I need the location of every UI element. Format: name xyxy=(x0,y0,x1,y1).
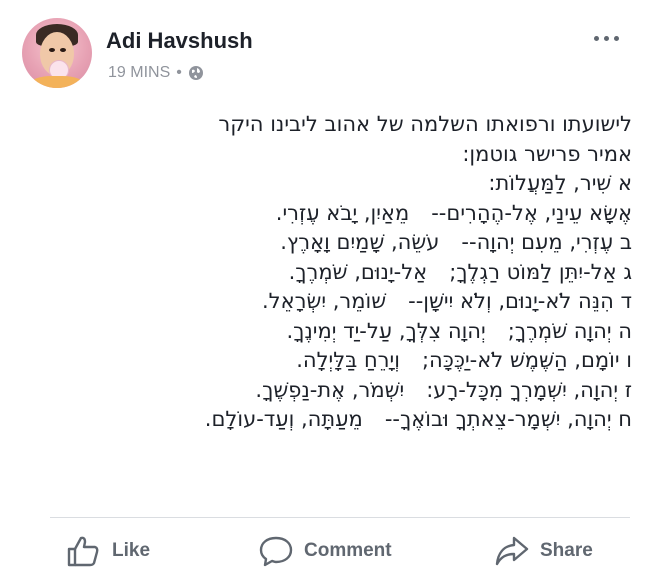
verse-line: ב עֶזְרִי, מֵעִם יְהוָה-- עֹשֵׂה, שָׁמַיִ… xyxy=(40,228,632,258)
meta-separator: • xyxy=(176,64,182,81)
more-dot xyxy=(594,36,599,41)
verse-line: ג אַל-יִתֵּן לַמּוֹט רַגְלֶךָ; אַל-יָנוּם… xyxy=(40,258,632,288)
more-dot xyxy=(604,36,609,41)
avatar-eye xyxy=(60,48,66,52)
comment-label: Comment xyxy=(304,540,392,561)
verse-part: ז יְהוָה, יִשְׁמָרְךָ מִכָּל-רָע: xyxy=(426,377,632,402)
verse-line: ח יְהוָה, יִשְׁמָר-צֵאתְךָ וּבוֹאֶךָ-- מֵ… xyxy=(40,405,632,435)
post-actions-bar: Like Comment Share xyxy=(0,524,650,577)
comment-icon xyxy=(259,536,293,567)
verse-line: ו יוֹמָם, הַשֶּׁמֶשׁ לֹא-יַכֶּכָּה; וְיָר… xyxy=(40,346,632,376)
more-options-icon[interactable] xyxy=(592,32,622,46)
verse-line: ד הִנֵּה לֹא-יָנוּם, וְלֹא יִישָׁן-- שׁוֹ… xyxy=(40,287,632,317)
post-line: אמיר פרישר גוטמן: xyxy=(462,141,632,166)
share-icon xyxy=(495,536,529,566)
like-button[interactable]: Like xyxy=(66,534,150,568)
verse-part: ג אַל-יִתֵּן לַמּוֹט רַגְלֶךָ; xyxy=(449,259,632,284)
share-label: Share xyxy=(540,540,593,561)
verse-line: ה יְהוָה שֹׁמְרֶךָ; יְהוָה צִלְּךָ, עַל-י… xyxy=(40,317,632,347)
post-timestamp[interactable]: 19 MINS xyxy=(108,64,170,82)
verse-part: אַל-יָנוּם, שֹׁמְרֶךָ. xyxy=(288,259,428,284)
globe-icon[interactable] xyxy=(188,65,204,81)
verse-part: ח יְהוָה, יִשְׁמָר-צֵאתְךָ וּבוֹאֶךָ-- xyxy=(384,407,632,431)
post-line: לישועתו ורפואתו השלמה של אהוב ליבינו היק… xyxy=(218,112,632,136)
more-dot xyxy=(614,36,619,41)
like-label: Like xyxy=(112,540,151,561)
verse-part: שׁוֹמֵר, יִשְׂרָאֵל. xyxy=(262,289,387,313)
post-meta: 19 MINS • xyxy=(108,64,204,82)
actions-divider xyxy=(50,517,630,518)
verse-part: ה יְהוָה שֹׁמְרֶךָ; xyxy=(507,318,632,343)
author-avatar[interactable] xyxy=(22,18,92,88)
post-line: א שִׁיר, לַמַּעֲלוֹת: xyxy=(488,171,632,195)
author-name[interactable]: Adi Havshush xyxy=(106,28,253,54)
facebook-post-card: Adi Havshush 19 MINS • לישועתו ורפואתו ה… xyxy=(0,0,650,577)
verse-part: וְיָרֵחַ בַּלָּיְלָה. xyxy=(296,348,400,372)
share-button[interactable]: Share xyxy=(494,534,593,568)
verse-part: מֵאַיִן, יָבֹא עֶזְרִי. xyxy=(275,200,410,225)
verse-line: אֶשָּׂא עֵינַי, אֶל-הֶהָרִים-- מֵאַיִן, י… xyxy=(40,199,632,229)
avatar-eye xyxy=(49,48,55,52)
avatar-shirt xyxy=(30,76,84,88)
verse-part: עֹשֵׂה, שָׁמַיִם וָאָרֶץ. xyxy=(280,230,440,254)
post-text: לישועתו ורפואתו השלמה של אהוב ליבינו היק… xyxy=(40,110,632,435)
verse-part: מֵעַתָּה, וְעַד-עוֹלָם. xyxy=(204,407,363,431)
verse-part: יְהוָה צִלְּךָ, עַל-יַד יְמִינֶךָ. xyxy=(286,318,486,343)
verse-part: יִשְׁמֹר, אֶת-נַפְשֶׁךָ. xyxy=(255,377,405,402)
verse-part: ב עֶזְרִי, מֵעִם יְהוָה-- xyxy=(461,230,632,254)
verse-part: ו יוֹמָם, הַשֶּׁמֶשׁ לֹא-יַכֶּכָּה; xyxy=(421,348,632,372)
verse-part: ד הִנֵּה לֹא-יָנוּם, וְלֹא יִישָׁן-- xyxy=(408,289,632,313)
verse-line: ז יְהוָה, יִשְׁמָרְךָ מִכָּל-רָע: יִשְׁמֹ… xyxy=(40,376,632,406)
comment-button[interactable]: Comment xyxy=(258,534,392,568)
post-header: Adi Havshush 19 MINS • xyxy=(22,16,632,96)
thumbs-up-icon xyxy=(67,536,99,567)
verse-part: אֶשָּׂא עֵינַי, אֶל-הֶהָרִים-- xyxy=(431,200,632,225)
